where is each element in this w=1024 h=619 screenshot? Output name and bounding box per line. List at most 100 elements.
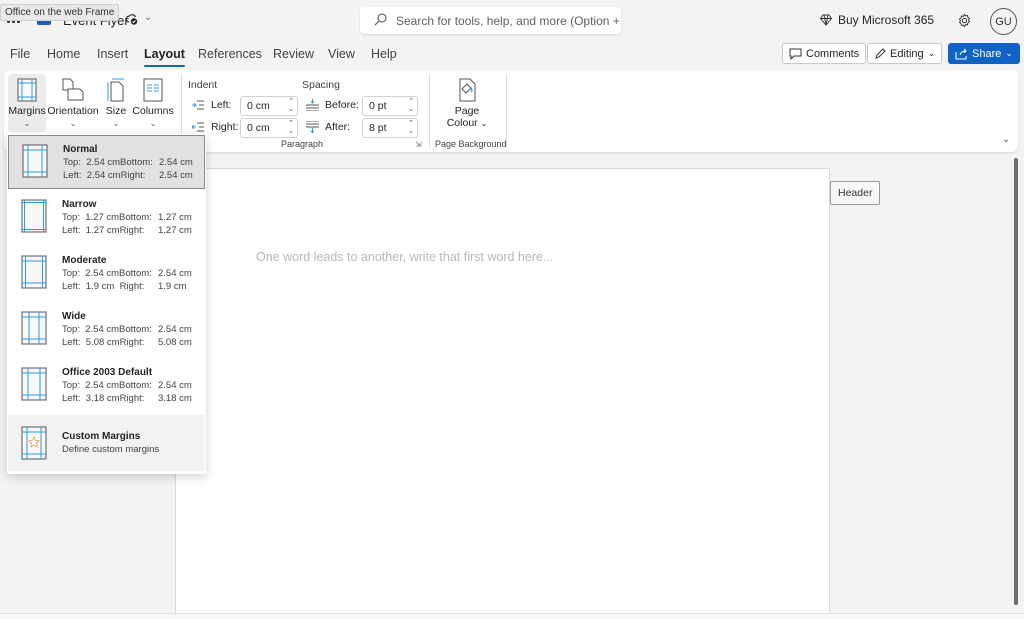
orientation-button[interactable]: Orientation ⌄ (47, 74, 99, 132)
chevron-down-icon: ⌄ (112, 119, 120, 128)
paragraph-group-label: Paragraph (281, 139, 324, 149)
editing-mode-button[interactable]: Editing ⌄ (867, 43, 943, 64)
margins-dropdown: Normal Top: 2.54 cmBottom: 2.54 cm Left: … (7, 134, 206, 474)
page-colour-button[interactable]: Page Colour ⌄ (441, 74, 493, 132)
search-input[interactable] (396, 7, 621, 34)
indent-title: Indent (188, 79, 218, 91)
diamond-icon (820, 14, 832, 26)
top-label: Top: (62, 212, 80, 223)
margin-option-wide[interactable]: Wide Top: 2.54 cmBottom: 2.54 cm Left: 5.… (8, 303, 205, 357)
narrow-margins-icon (21, 199, 47, 233)
custom-margins-icon (21, 426, 47, 460)
margin-option-name: Narrow (62, 199, 97, 210)
margin-left-right: Left: 5.08 cmRight: 5.08 cm (62, 337, 192, 348)
size-button[interactable]: Size ⌄ (102, 74, 130, 132)
tab-view[interactable]: View (328, 47, 355, 61)
bottom-label: Bottom: (119, 324, 152, 335)
margin-option-narrow[interactable]: Narrow Top: 1.27 cmBottom: 1.27 cm Left: … (8, 191, 205, 245)
spacing-before-field[interactable]: 0 pt ⌃ ⌄ (362, 96, 418, 116)
spacing-after-field[interactable]: 8 pt ⌃ ⌄ (362, 118, 418, 138)
custom-margins-option[interactable]: Custom Margins Define custom margins (8, 415, 205, 471)
indent-right-icon (192, 122, 204, 132)
margin-option-normal[interactable]: Normal Top: 2.54 cmBottom: 2.54 cm Left: … (8, 135, 205, 189)
bottom-label: Bottom: (119, 268, 152, 279)
left-label: Left: (62, 281, 81, 292)
spacing-after-label: After: (325, 121, 351, 133)
collapse-ribbon-icon[interactable]: ⌄ (1002, 134, 1010, 145)
margin-top-bottom: Top: 2.54 cmBottom: 2.54 cm (62, 380, 192, 391)
settings-gear-icon[interactable] (957, 13, 972, 28)
frame-tooltip: Office on the web Frame (0, 4, 120, 21)
user-avatar[interactable]: GU (990, 8, 1017, 35)
bottom-label: Bottom: (119, 212, 152, 223)
indent-left-field[interactable]: 0 cm ⌃ ⌄ (240, 96, 298, 116)
indent-right-row: Right: (192, 121, 238, 133)
right-label: Right: (119, 281, 145, 292)
paragraph-dialog-launcher-icon[interactable]: ⇲ (415, 140, 422, 149)
buy-microsoft-365-button[interactable]: Buy Microsoft 365 (820, 13, 934, 27)
margin-option-office-2003-default[interactable]: Office 2003 Default Top: 2.54 cmBottom: 2… (8, 359, 205, 413)
chevron-down-icon: ⌄ (23, 119, 31, 128)
indent-right-field[interactable]: 0 cm ⌃ ⌄ (240, 118, 298, 138)
margins-button[interactable]: Margins ⌄ (8, 74, 46, 132)
spinner-icon[interactable]: ⌃ ⌄ (408, 120, 414, 136)
tab-review[interactable]: Review (273, 47, 314, 61)
tab-file[interactable]: File (10, 47, 30, 61)
margin-option-name: Moderate (62, 255, 107, 266)
bottom-value: 2.54 cm (159, 157, 193, 168)
tab-layout[interactable]: Layout (144, 47, 185, 67)
left-label: Left: (63, 170, 82, 181)
right-label: Right: (119, 337, 145, 348)
tab-home[interactable]: Home (47, 47, 80, 61)
spinner-icon[interactable]: ⌃ ⌄ (408, 98, 414, 114)
spacing-before-label: Before: (325, 99, 359, 111)
tab-help[interactable]: Help (371, 47, 397, 61)
document-page[interactable]: One word leads to another, write that fi… (175, 168, 830, 614)
indent-right-value: 0 cm (247, 122, 270, 134)
indent-left-row: Left: (192, 99, 231, 111)
search-box[interactable] (360, 7, 621, 34)
page-size-icon (107, 78, 124, 102)
spacing-after-value: 8 pt (369, 122, 387, 134)
editing-label: Editing (890, 47, 924, 60)
buy-label: Buy Microsoft 365 (838, 13, 935, 27)
indent-right-label: Right: (211, 121, 239, 133)
header-tag[interactable]: Header (830, 181, 881, 205)
title-bar: Office on the web Frame Event Flyer ⌄ Bu… (0, 0, 1024, 40)
margin-top-bottom: Top: 2.54 cmBottom: 2.54 cm (62, 268, 192, 279)
spinner-icon[interactable]: ⌃ ⌄ (288, 120, 294, 136)
wide-margins-icon (21, 311, 47, 345)
size-label: Size (105, 105, 127, 117)
spacing-after-icon (306, 121, 319, 133)
columns-button[interactable]: Columns ⌄ (132, 74, 174, 132)
spinner-icon[interactable]: ⌃ ⌄ (288, 98, 294, 114)
right-value: 5.08 cm (158, 337, 192, 348)
top-value: 2.54 cm (85, 380, 120, 391)
spacing-before-value: 0 pt (369, 100, 387, 112)
top-value: 2.54 cm (85, 268, 120, 279)
margin-option-moderate[interactable]: Moderate Top: 2.54 cmBottom: 2.54 cm Left… (8, 247, 205, 301)
tab-references[interactable]: References (198, 47, 262, 61)
vertical-scrollbar[interactable] (1014, 158, 1018, 605)
left-label: Left: (62, 393, 81, 404)
group-divider (429, 74, 430, 148)
bottom-value: 2.54 cm (158, 324, 192, 335)
bottom-label: Bottom: (119, 380, 152, 391)
margin-left-right: Left: 3.18 cmRight: 3.18 cm (62, 393, 192, 404)
page-colour-icon (459, 78, 476, 102)
orientation-label: Orientation (47, 105, 99, 117)
moderate-margins-icon (21, 255, 47, 289)
left-value: 2.54 cm (86, 170, 121, 181)
indent-left-value: 0 cm (247, 100, 270, 112)
title-chevron-icon[interactable]: ⌄ (144, 12, 152, 23)
share-button[interactable]: Share ⌄ (948, 43, 1020, 64)
page-colour-label-line2: Colour ⌄ (447, 117, 488, 129)
custom-margins-description: Define custom margins (62, 444, 160, 455)
chevron-down-icon: ⌄ (1005, 48, 1013, 58)
left-label: Left: (62, 225, 81, 236)
tab-insert[interactable]: Insert (97, 47, 128, 61)
comments-button[interactable]: Comments (782, 43, 867, 64)
chevron-down-icon: ⌄ (69, 119, 77, 128)
right-label: Right: (120, 170, 146, 181)
spacing-before-icon (306, 99, 319, 111)
